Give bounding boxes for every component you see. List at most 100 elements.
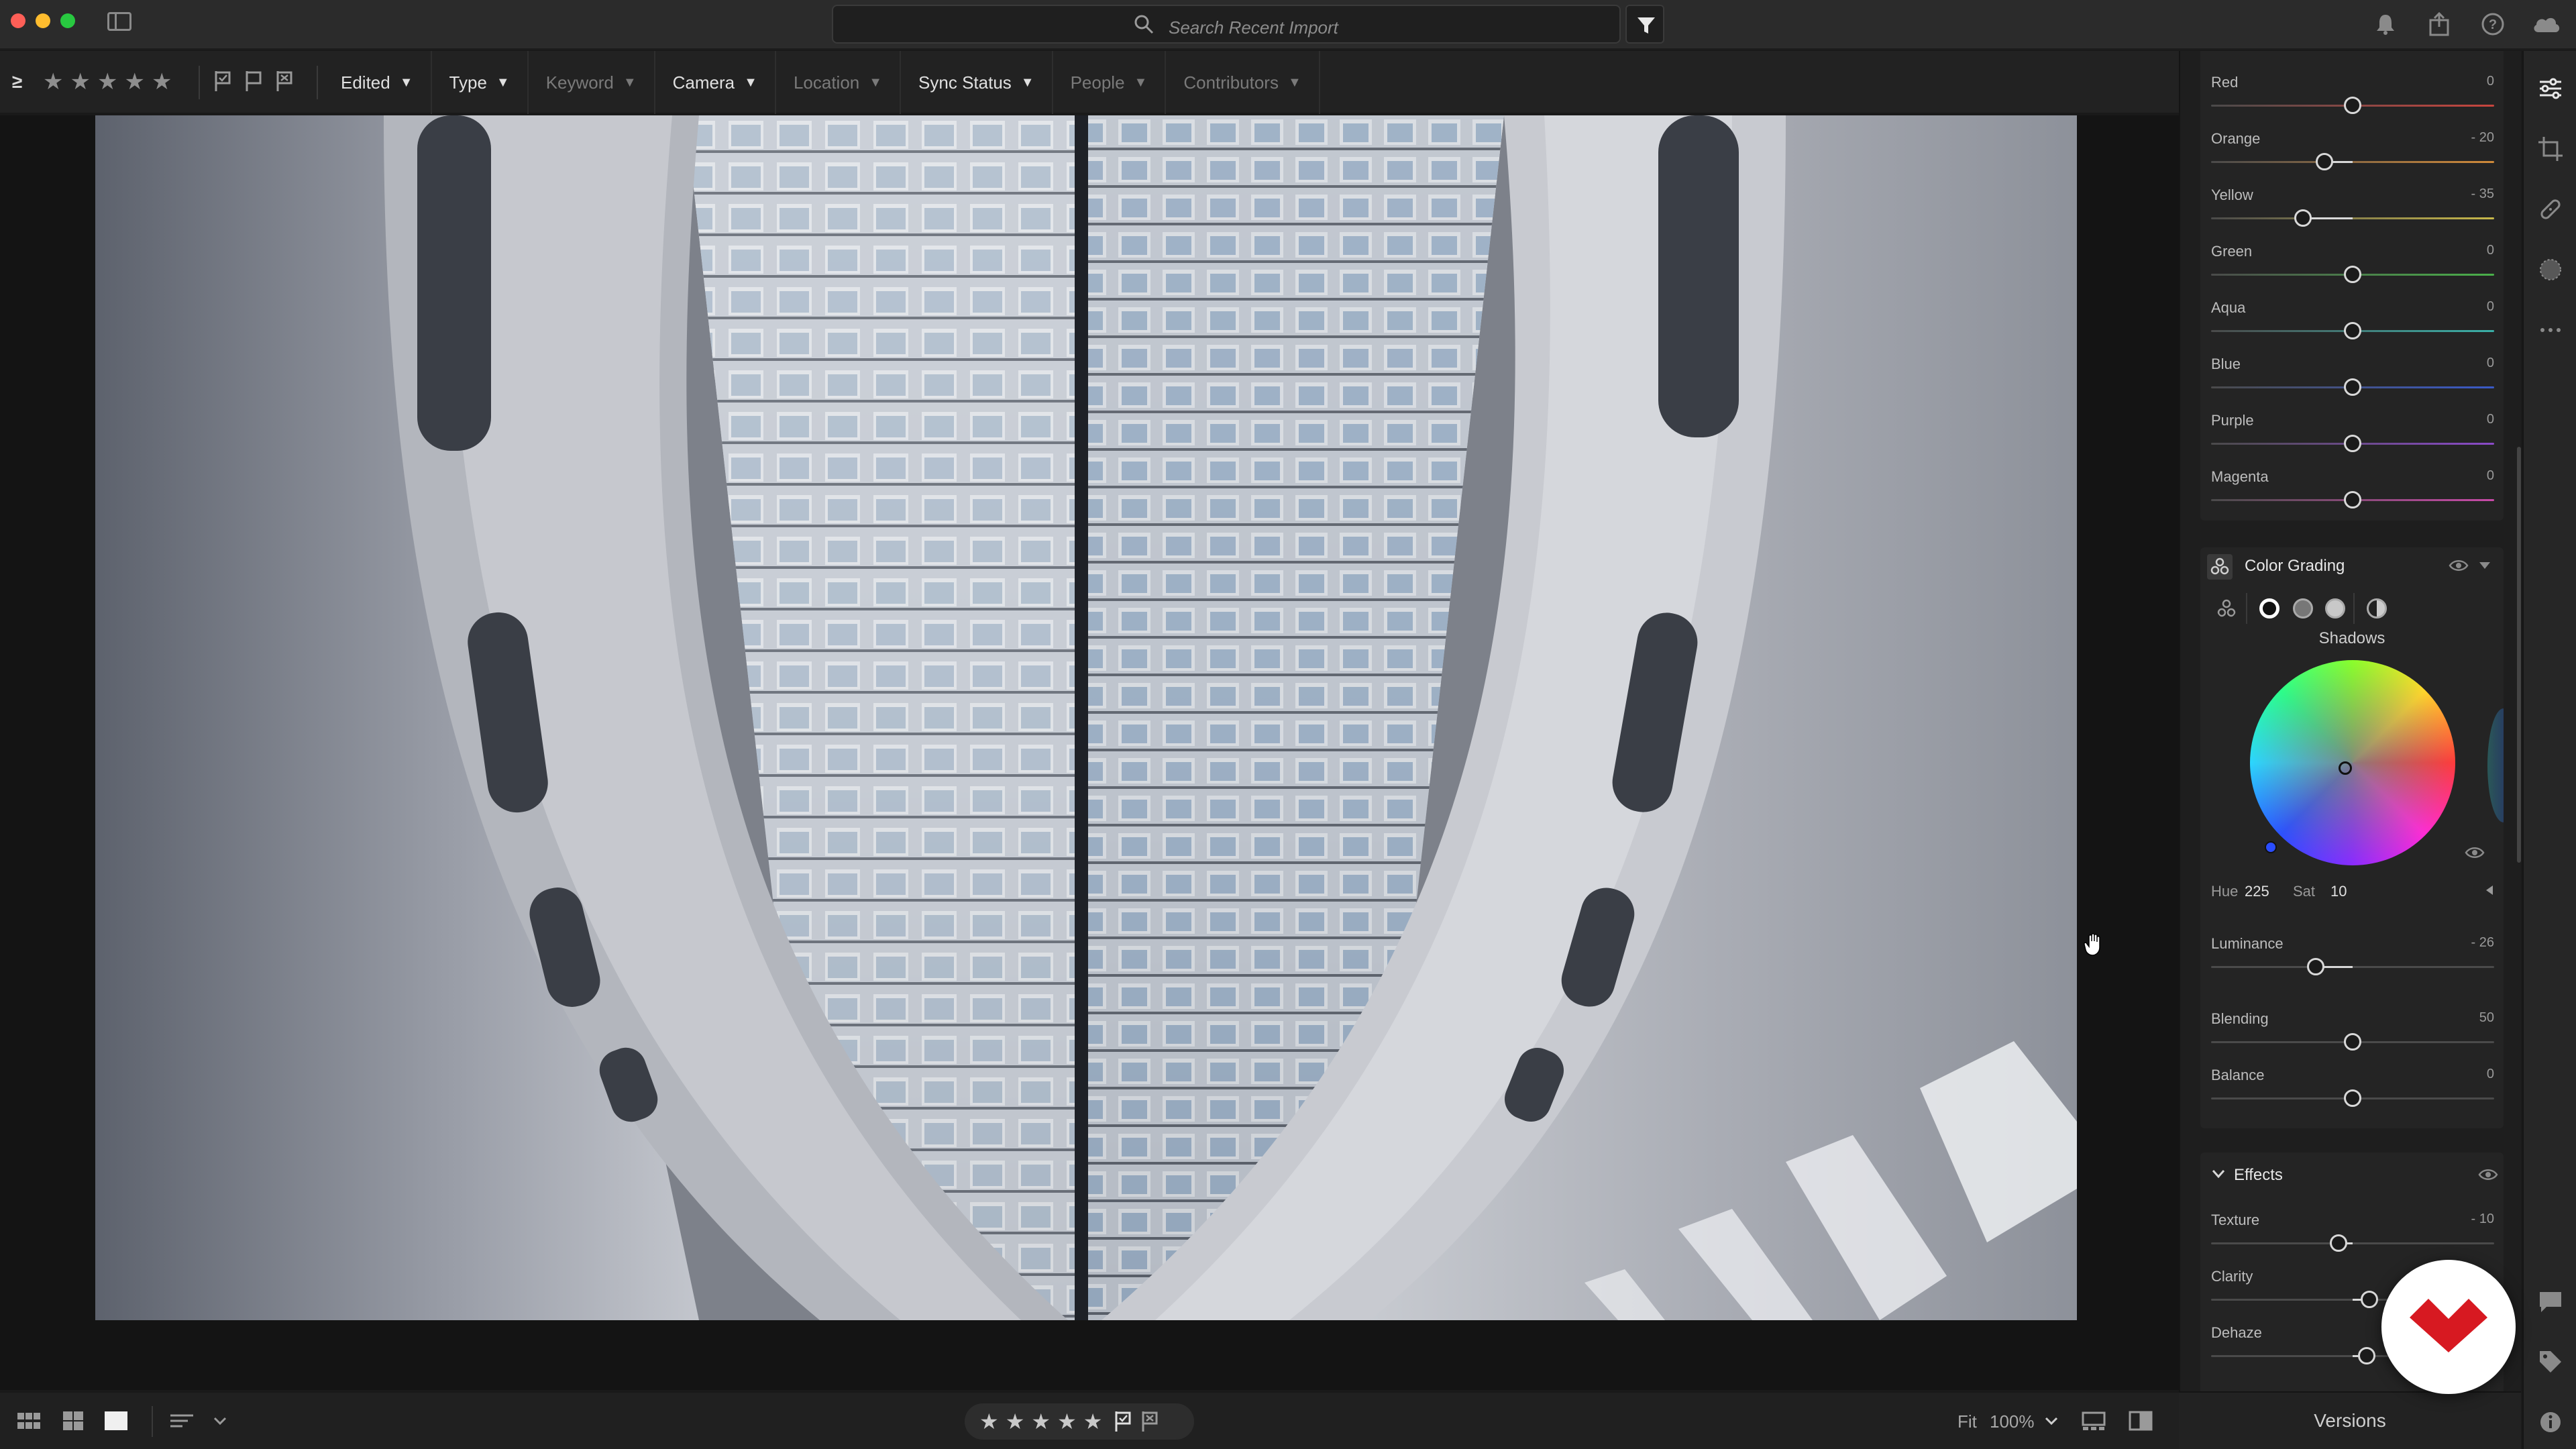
star-rating-filter[interactable]: ★ ★ ★ ★ ★ <box>43 68 172 95</box>
filmstrip-icon[interactable] <box>2081 1410 2106 1432</box>
slider-thumb[interactable] <box>2344 97 2361 114</box>
effects-title[interactable]: Effects <box>2234 1166 2283 1185</box>
slider-thumb[interactable] <box>2344 1089 2361 1107</box>
slider-thumb[interactable] <box>2315 153 2333 170</box>
rejected-flag-icon[interactable] <box>1140 1410 1160 1433</box>
slider-track[interactable] <box>2211 966 2494 968</box>
filter-button[interactable] <box>1625 5 1664 44</box>
global-mode-button[interactable] <box>2367 598 2387 619</box>
panel-scrollbar[interactable] <box>2517 447 2521 863</box>
star-icon[interactable]: ★ <box>152 68 172 95</box>
slider-value[interactable]: 0 <box>2487 243 2494 258</box>
zoom-level-button[interactable]: 100% <box>1990 1411 2035 1432</box>
slider-value[interactable]: - 20 <box>2471 130 2494 146</box>
sidebar-toggle-icon[interactable] <box>107 12 131 31</box>
star-icon[interactable]: ★ <box>43 68 63 95</box>
eye-icon[interactable] <box>2478 1167 2498 1182</box>
sort-icon[interactable] <box>169 1410 195 1432</box>
slider-track[interactable] <box>2211 217 2494 219</box>
hue-sat-handle[interactable] <box>2265 841 2277 853</box>
star-icon[interactable]: ★ <box>1083 1408 1103 1435</box>
midtones-mode-button[interactable] <box>2293 598 2313 619</box>
share-icon[interactable] <box>2426 11 2453 38</box>
eye-icon[interactable] <box>2465 845 2485 860</box>
star-icon[interactable]: ★ <box>979 1408 999 1435</box>
detail-view-icon[interactable] <box>103 1410 129 1432</box>
slider-track[interactable] <box>2211 161 2494 163</box>
chevron-down-icon[interactable] <box>2211 1169 2226 1179</box>
shadows-color-wheel[interactable] <box>2250 660 2455 865</box>
slider-value[interactable]: 0 <box>2487 412 2494 427</box>
color-grading-header[interactable]: Color Grading <box>2200 547 2504 584</box>
close-window-button[interactable] <box>11 13 25 28</box>
rejected-flag-icon[interactable] <box>275 70 294 93</box>
contributors-filter-dropdown[interactable]: Contributors ▼ <box>1166 51 1320 114</box>
star-icon[interactable]: ★ <box>1006 1408 1025 1435</box>
slider-thumb[interactable] <box>2361 1291 2379 1308</box>
star-icon[interactable]: ★ <box>1057 1408 1077 1435</box>
image-canvas[interactable] <box>0 115 2179 1390</box>
slider-thumb[interactable] <box>2329 1234 2347 1252</box>
picked-flag-icon[interactable] <box>213 70 232 93</box>
slider-track[interactable] <box>2211 1242 2494 1244</box>
photo-preview[interactable] <box>95 115 2077 1320</box>
slider-value[interactable]: 0 <box>2487 299 2494 315</box>
help-icon[interactable]: ? <box>2479 11 2506 38</box>
slider-thumb[interactable] <box>2344 378 2361 396</box>
edited-filter-dropdown[interactable]: Edited ▼ <box>323 51 432 114</box>
before-after-icon[interactable] <box>2128 1410 2153 1432</box>
star-icon[interactable]: ★ <box>124 68 144 95</box>
slider-value[interactable]: 50 <box>2479 1010 2494 1026</box>
highlights-mode-button[interactable] <box>2325 598 2345 619</box>
slider-value[interactable]: 0 <box>2487 356 2494 371</box>
slider-thumb[interactable] <box>2358 1347 2376 1364</box>
slider-thumb[interactable] <box>2344 491 2361 508</box>
unflagged-icon[interactable] <box>244 70 263 93</box>
next-wheel-preview[interactable] <box>2487 708 2504 822</box>
comment-icon[interactable] <box>2536 1287 2565 1316</box>
slider-value[interactable]: - 35 <box>2471 186 2494 202</box>
edit-sliders-icon[interactable] <box>2536 74 2565 103</box>
slider-value[interactable]: 0 <box>2487 468 2494 484</box>
versions-button[interactable]: Versions <box>2179 1391 2521 1449</box>
healing-brush-icon[interactable] <box>2536 195 2565 224</box>
sat-value[interactable]: 10 <box>2330 883 2347 900</box>
photo-grid-icon[interactable] <box>16 1410 42 1432</box>
people-filter-dropdown[interactable]: People ▼ <box>1053 51 1167 114</box>
info-icon[interactable] <box>2536 1407 2565 1437</box>
chevron-down-icon[interactable] <box>211 1410 229 1432</box>
keyword-filter-dropdown[interactable]: Keyword ▼ <box>529 51 655 114</box>
slider-value[interactable]: - 10 <box>2471 1212 2494 1227</box>
three-way-mode-icon[interactable] <box>2216 598 2237 619</box>
slider-thumb[interactable] <box>2307 958 2325 975</box>
minimize-window-button[interactable] <box>36 13 50 28</box>
hue-value[interactable]: 225 <box>2245 883 2269 900</box>
masking-icon[interactable] <box>2536 255 2565 284</box>
slider-thumb[interactable] <box>2344 266 2361 283</box>
shadows-mode-button[interactable] <box>2259 598 2279 619</box>
fit-zoom-button[interactable]: Fit <box>1957 1411 1977 1432</box>
expand-arrow-icon[interactable] <box>2485 884 2494 896</box>
slider-value[interactable]: 0 <box>2487 74 2494 89</box>
more-options-icon[interactable] <box>2536 315 2565 345</box>
type-filter-dropdown[interactable]: Type ▼ <box>432 51 529 114</box>
slider-thumb[interactable] <box>2344 1033 2361 1051</box>
cloud-icon[interactable] <box>2530 11 2563 38</box>
star-icon[interactable]: ★ <box>1031 1408 1051 1435</box>
picked-flag-icon[interactable] <box>1113 1410 1133 1433</box>
bell-icon[interactable] <box>2372 11 2399 38</box>
square-grid-icon[interactable] <box>60 1410 86 1432</box>
tag-icon[interactable] <box>2536 1347 2565 1377</box>
search-field[interactable]: Search Recent Import <box>832 5 1621 44</box>
sync-status-filter-dropdown[interactable]: Sync Status ▼ <box>901 51 1053 114</box>
star-icon[interactable]: ★ <box>70 68 90 95</box>
location-filter-dropdown[interactable]: Location ▼ <box>776 51 902 114</box>
slider-value[interactable]: - 26 <box>2471 935 2494 951</box>
eye-icon[interactable] <box>2449 558 2469 573</box>
slider-value[interactable]: 0 <box>2487 1067 2494 1082</box>
panel-toggle-button[interactable]: ≥ <box>12 71 22 93</box>
wheel-center-handle[interactable] <box>2339 761 2352 775</box>
chevron-down-icon[interactable] <box>2042 1410 2061 1432</box>
slider-thumb[interactable] <box>2344 322 2361 339</box>
crop-icon[interactable] <box>2536 134 2565 164</box>
